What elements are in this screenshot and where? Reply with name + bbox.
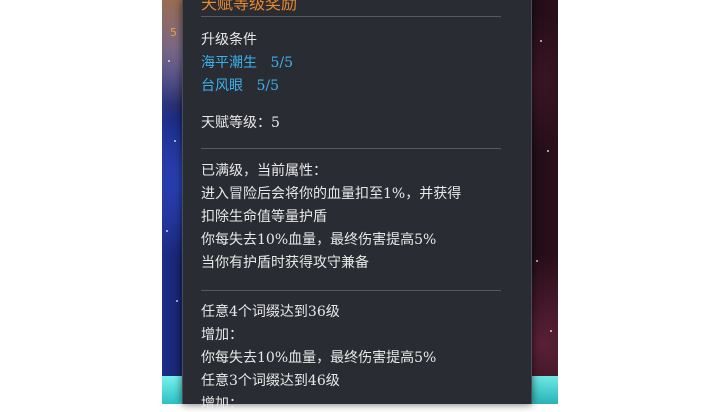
condition-row: 海平潮生 5/5 <box>201 55 293 71</box>
star-sparkle <box>547 150 549 152</box>
upgrade-conditions-title: 升级条件 <box>201 32 257 48</box>
maxed-attribute-line: 你每失去10%血量，最终伤害提高5% <box>201 232 437 248</box>
condition-label: 海平潮生 <box>201 55 257 71</box>
condition-label: 台风眼 <box>201 78 243 94</box>
action-button-left[interactable] <box>162 376 182 404</box>
maxed-attribute-line: 进入冒险后会将你的血量扣至1%，并获得 <box>201 186 462 202</box>
star-sparkle <box>536 260 538 262</box>
star-sparkle <box>168 60 170 62</box>
action-button-right[interactable] <box>530 376 558 404</box>
section-divider <box>201 290 501 291</box>
star-sparkle <box>166 230 168 232</box>
talent-level: 天赋等级：5 <box>201 115 280 131</box>
star-sparkle <box>174 140 176 142</box>
condition-progress: 5/5 <box>270 55 293 71</box>
bonus-line: 增加： <box>201 396 243 412</box>
bonus-line: 任意3个词缀达到46级 <box>201 373 340 389</box>
star-sparkle <box>540 40 542 42</box>
maxed-attribute-line: 扣除生命值等量护盾 <box>201 209 327 225</box>
condition-progress: 5/5 <box>256 78 279 94</box>
talent-tooltip-panel: 天赋等级奖励 升级条件 海平潮生 5/5 台风眼 5/5 天赋等级：5 已满级，… <box>182 0 532 412</box>
condition-row: 台风眼 5/5 <box>201 78 279 94</box>
maxed-title: 已满级，当前属性： <box>201 163 327 179</box>
edge-level-number: 5 <box>170 26 177 39</box>
tooltip-header: 天赋等级奖励 <box>183 0 531 12</box>
bonus-line: 你每失去10%血量，最终伤害提高5% <box>201 350 437 366</box>
tooltip-header-title: 天赋等级奖励 <box>201 0 298 12</box>
bonus-line: 增加： <box>201 327 243 343</box>
bonus-line: 任意4个词缀达到36级 <box>201 304 340 320</box>
star-sparkle <box>550 330 552 332</box>
section-divider <box>201 148 501 149</box>
star-sparkle <box>176 300 178 302</box>
maxed-attribute-line: 当你有护盾时获得攻守兼备 <box>201 255 369 271</box>
section-divider <box>201 16 501 17</box>
